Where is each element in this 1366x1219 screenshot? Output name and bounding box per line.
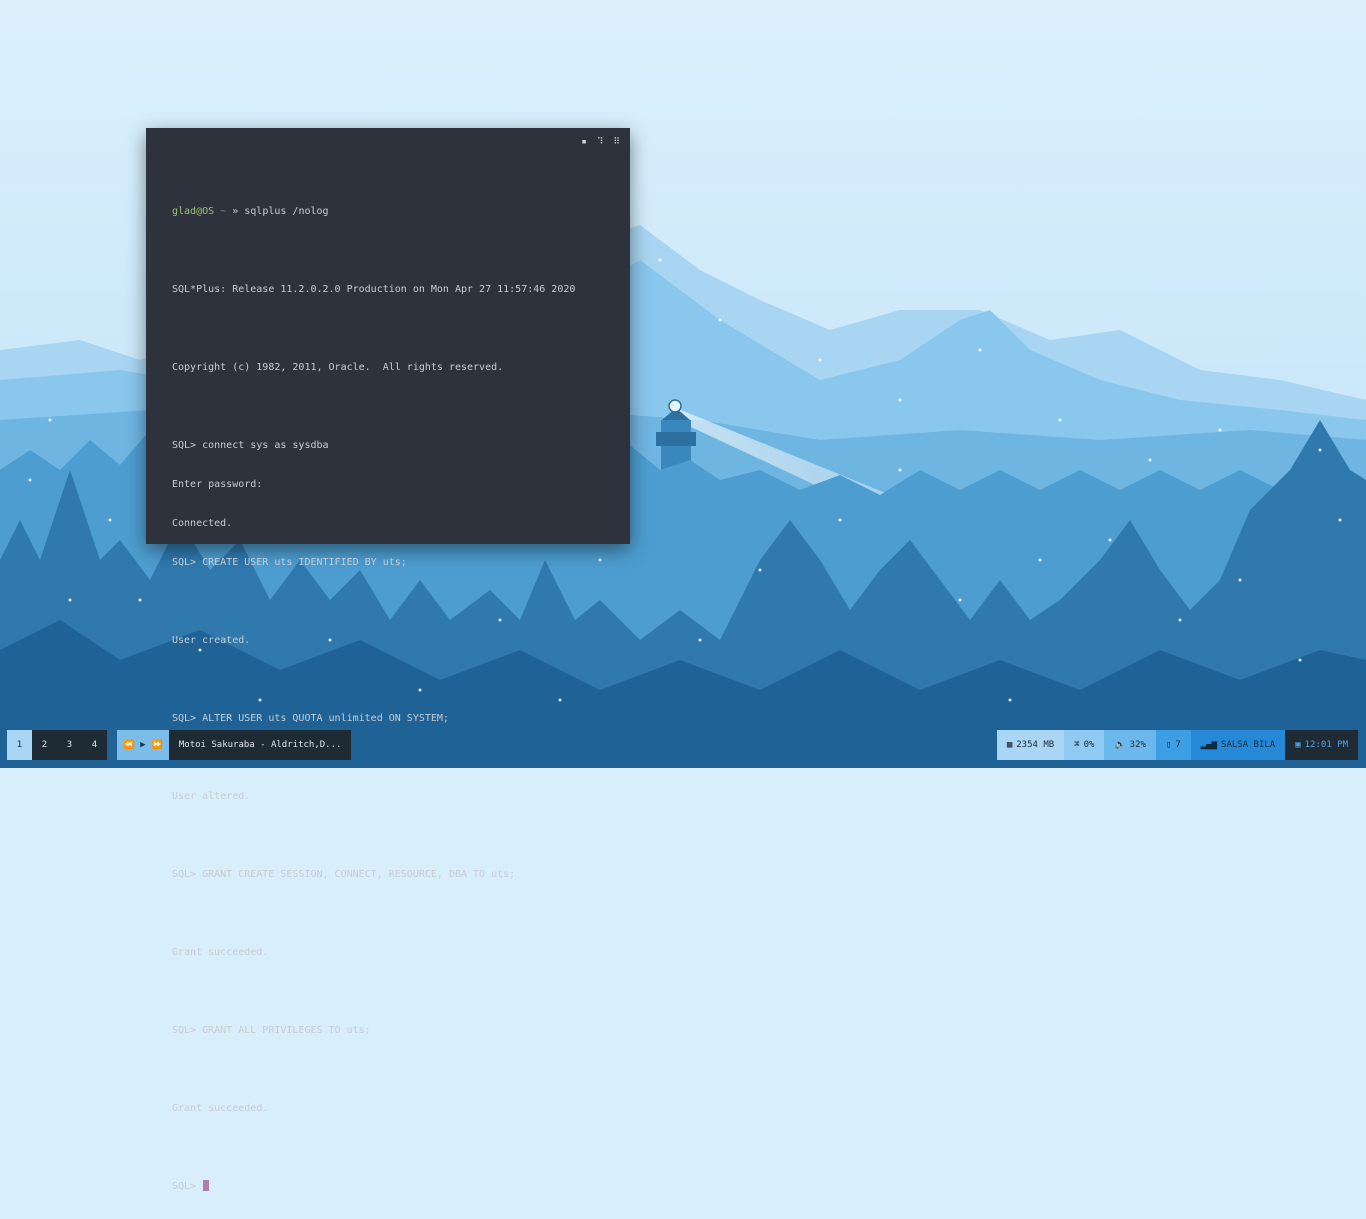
terminal-line: User created.: [172, 635, 251, 646]
terminal-line: glad@OS ~ » sqlplus /nolog: [172, 205, 620, 218]
close-icon[interactable]: ⠿: [613, 137, 620, 147]
minimize-icon[interactable]: ▪: [581, 137, 586, 147]
prompt-symbol: »: [232, 206, 245, 217]
terminal-prompt-line[interactable]: SQL>: [172, 1180, 620, 1193]
workspace-1[interactable]: 1: [7, 730, 32, 760]
volume-icon: 🔈: [1114, 740, 1126, 750]
workspace-3[interactable]: 3: [57, 730, 82, 760]
next-track-icon[interactable]: ⏩: [152, 740, 163, 750]
maximize-icon[interactable]: ⠹: [597, 137, 604, 147]
memory-value: 2354 MB: [1016, 740, 1055, 750]
sql-prompt: SQL>: [172, 1181, 203, 1192]
media-controls: ⏪ ▶ ⏩ Motoi Sakuraba - Aldritch,D...: [117, 730, 352, 760]
window-controls: ▪ ⠹ ⠿: [581, 137, 620, 147]
terminal-line: SQL> connect sys as sysdba: [172, 440, 329, 451]
terminal-line: User altered.: [172, 791, 251, 802]
terminal-line: SQL> GRANT CREATE SESSION, CONNECT, RESO…: [172, 869, 516, 880]
memory-module[interactable]: ▦ 2354 MB: [996, 730, 1065, 760]
workspace-4[interactable]: 4: [82, 730, 107, 760]
previous-track-icon[interactable]: ⏪: [123, 740, 134, 750]
package-icon: ▯: [1165, 740, 1172, 750]
now-playing[interactable]: Motoi Sakuraba - Aldritch,D...: [168, 730, 352, 760]
status-modules: ▦ 2354 MB ⌘ 0% 🔈 32% ▯ 7 ▂▄▆ SALSA BILA …: [996, 730, 1358, 760]
play-icon[interactable]: ▶: [140, 740, 145, 750]
terminal-line: Connected.: [172, 518, 233, 529]
terminal-window[interactable]: ▪ ⠹ ⠿ glad@OS ~ » sqlplus /nolog SQL*Plu…: [146, 128, 630, 1192]
terminal-line: Copyright (c) 1982, 2011, Oracle. All ri…: [172, 362, 504, 373]
text-cursor: [203, 1180, 210, 1191]
terminal-line: Grant succeeded.: [172, 1103, 269, 1114]
volume-module[interactable]: 🔈 32%: [1104, 730, 1156, 760]
terminal-line: Grant succeeded.: [172, 947, 269, 958]
terminal-line: SQL> CREATE USER uts IDENTIFIED BY uts;: [172, 557, 407, 568]
updates-value: 7: [1175, 740, 1181, 750]
workspace-switcher: 1 2 3 4: [7, 730, 107, 760]
network-name: SALSA BILA: [1221, 740, 1276, 750]
media-buttons: ⏪ ▶ ⏩: [117, 730, 169, 760]
updates-module[interactable]: ▯ 7: [1155, 730, 1191, 760]
cpu-module[interactable]: ⌘ 0%: [1064, 730, 1105, 760]
cpu-value: 0%: [1083, 740, 1095, 750]
prompt-user: glad@OS: [172, 206, 215, 217]
cpu-icon: ⌘: [1074, 740, 1080, 750]
terminal-line: SQL> ALTER USER uts QUOTA unlimited ON S…: [172, 713, 449, 724]
calendar-icon: ▣: [1295, 740, 1301, 750]
terminal-line: SQL> GRANT ALL PRIVILEGES TO uts;: [172, 1025, 371, 1036]
signal-icon: ▂▄▆: [1200, 740, 1218, 750]
clock-time: 12:01 PM: [1304, 740, 1348, 750]
clock-module[interactable]: ▣ 12:01 PM: [1285, 730, 1358, 760]
prompt-directory: ~: [214, 206, 233, 217]
volume-value: 32%: [1129, 740, 1146, 750]
terminal-line: SQL*Plus: Release 11.2.0.2.0 Production …: [172, 284, 576, 295]
memory-icon: ▦: [1006, 740, 1013, 750]
command-text: sqlplus /nolog: [244, 206, 329, 217]
terminal-output[interactable]: glad@OS ~ » sqlplus /nolog SQL*Plus: Rel…: [172, 179, 620, 1219]
workspace-2[interactable]: 2: [32, 730, 57, 760]
terminal-line: Enter password:: [172, 479, 263, 490]
network-module[interactable]: ▂▄▆ SALSA BILA: [1190, 730, 1286, 760]
